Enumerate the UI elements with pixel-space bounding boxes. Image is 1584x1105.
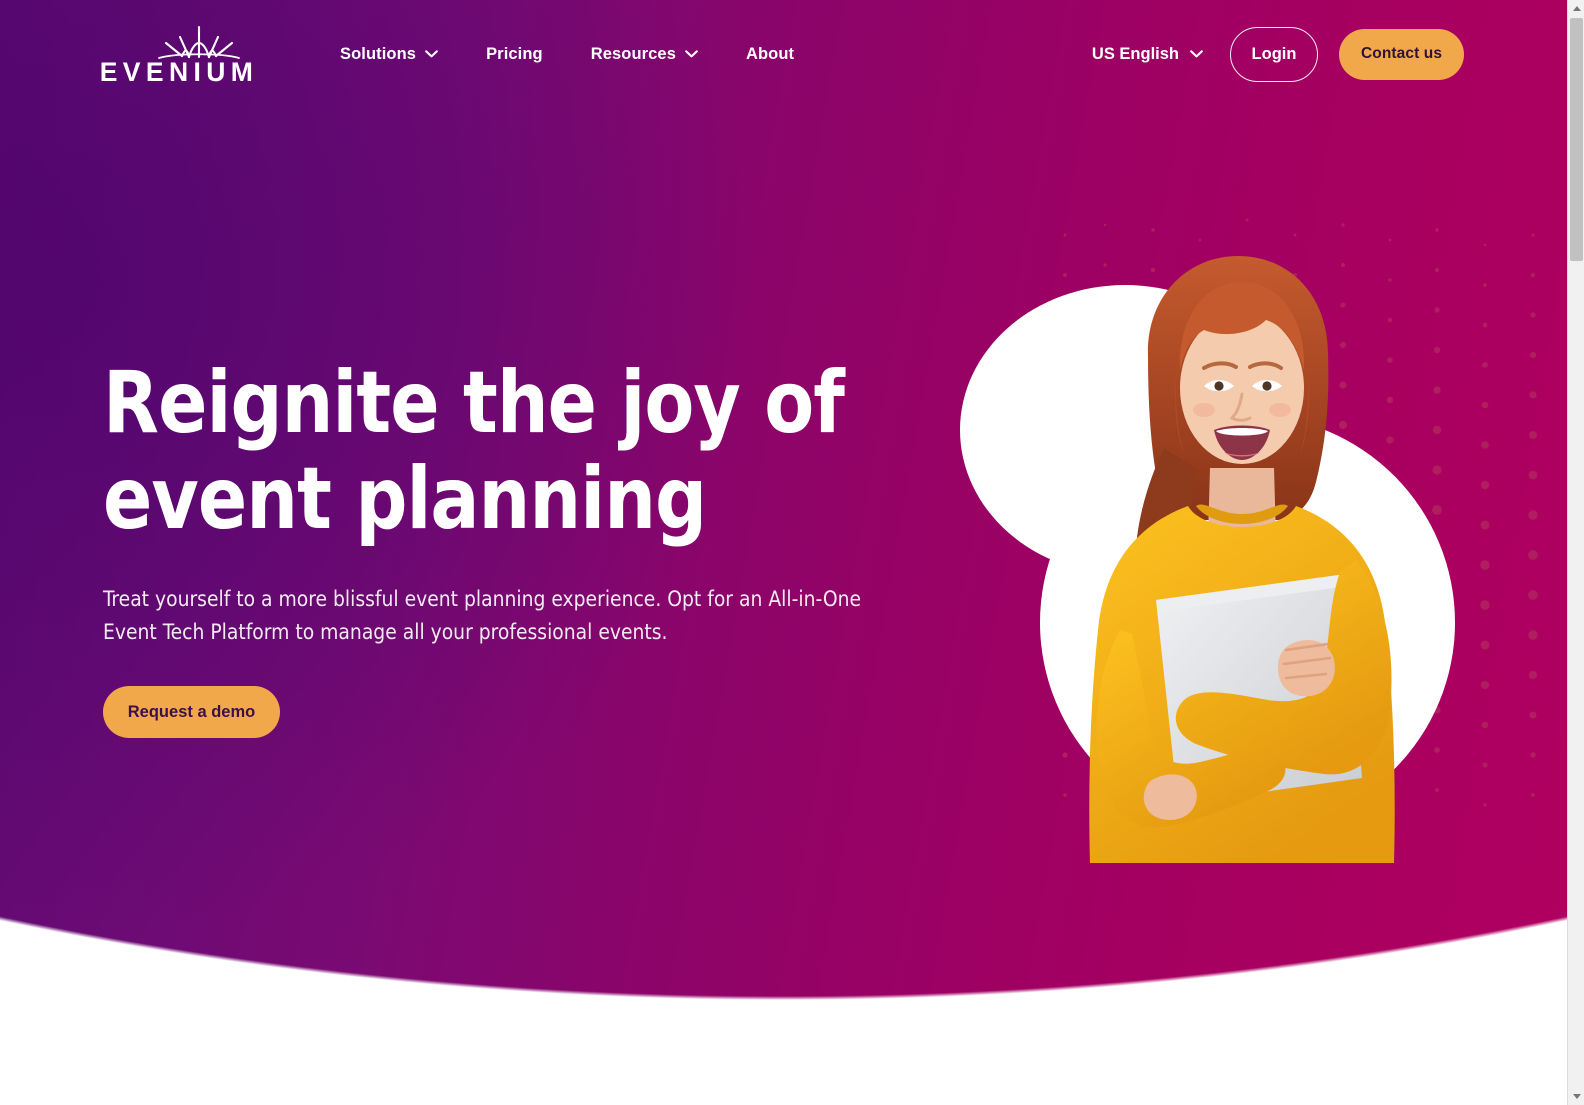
nav-item-label: Pricing bbox=[486, 44, 543, 63]
header-actions: US English Login Contact us bbox=[1092, 26, 1464, 82]
scroll-up-arrow-icon[interactable] bbox=[1568, 0, 1584, 17]
svg-text:EVENIUM: EVENIUM bbox=[100, 57, 259, 87]
vertical-scrollbar[interactable] bbox=[1567, 0, 1584, 1105]
nav-item-label: About bbox=[745, 44, 795, 63]
page-root: EVENIUM Solutions Pricing Resources Abou… bbox=[0, 0, 1567, 1105]
hero-headline: Reignite the joy of event planning bbox=[103, 353, 845, 549]
primary-navigation: Solutions Pricing Resources About bbox=[340, 37, 794, 72]
evenium-logo[interactable]: EVENIUM bbox=[96, 23, 262, 87]
nav-item-about[interactable]: About bbox=[746, 37, 794, 72]
language-selector-label: US English bbox=[1091, 44, 1179, 63]
chevron-down-icon bbox=[425, 50, 438, 58]
person-photo bbox=[1089, 256, 1395, 863]
hero-subheadline: Treat yourself to a more blissful event … bbox=[103, 587, 862, 645]
nav-item-resources[interactable]: Resources bbox=[591, 37, 698, 72]
nav-item-solutions[interactable]: Solutions bbox=[340, 37, 438, 72]
request-a-demo-button[interactable]: Request a demo bbox=[103, 686, 280, 738]
hero-content: Reignite the joy of event planning Treat… bbox=[103, 355, 903, 738]
nav-item-pricing[interactable]: Pricing bbox=[486, 37, 543, 72]
chevron-down-icon bbox=[1190, 50, 1203, 58]
browser-viewport: EVENIUM Solutions Pricing Resources Abou… bbox=[0, 0, 1584, 1105]
contact-us-button[interactable]: Contact us bbox=[1339, 28, 1464, 80]
nav-item-label: Solutions bbox=[340, 44, 417, 63]
nav-item-label: Resources bbox=[590, 44, 676, 63]
site-header: EVENIUM Solutions Pricing Resources Abou… bbox=[0, 0, 1567, 108]
chevron-down-icon bbox=[685, 50, 698, 58]
login-button[interactable]: Login bbox=[1230, 26, 1318, 82]
evenium-starburst-logo-icon: EVENIUM bbox=[100, 25, 259, 87]
language-selector[interactable]: US English bbox=[1092, 45, 1203, 64]
scroll-down-arrow-icon[interactable] bbox=[1568, 1088, 1584, 1105]
scrollbar-thumb[interactable] bbox=[1570, 18, 1583, 261]
hero-illustration bbox=[930, 190, 1567, 863]
